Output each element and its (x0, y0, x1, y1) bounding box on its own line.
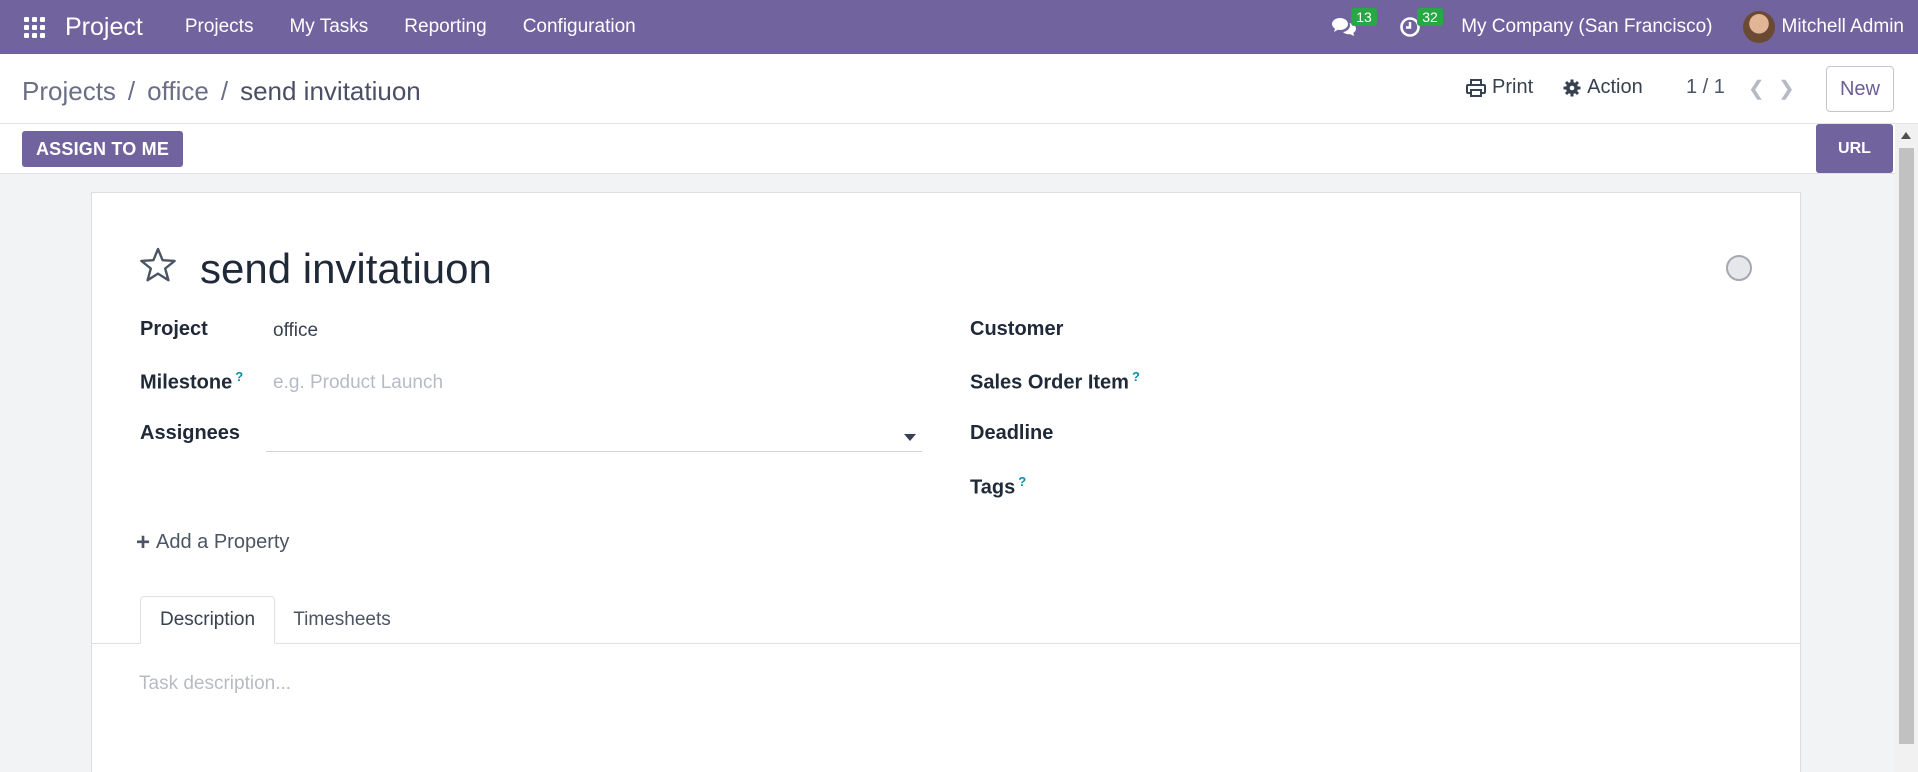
plus-icon: + (136, 528, 151, 556)
customer-label: Customer (970, 318, 1064, 340)
tags-label-text: Tags (970, 476, 1016, 499)
scrollbar-thumb[interactable] (1899, 148, 1914, 744)
project-value[interactable]: office (273, 320, 318, 342)
project-label: Project (140, 318, 208, 340)
add-property-label: Add a Property (156, 531, 290, 553)
assign-to-me-button[interactable]: ASSIGN TO ME (22, 131, 183, 167)
breadcrumb: Projects / office / send invitatiuon (22, 76, 421, 107)
chevron-right-icon[interactable]: ❯ (1778, 76, 1795, 101)
action-button[interactable]: Action (1563, 76, 1643, 99)
activities-button[interactable]: 32 (1395, 8, 1443, 42)
user-menu[interactable]: Mitchell Admin (1782, 16, 1905, 38)
deadline-label: Deadline (970, 422, 1054, 444)
menu-reporting[interactable]: Reporting (386, 16, 504, 38)
status-bar: ASSIGN TO ME URL (0, 124, 1918, 174)
notebook-tabs: Description Timesheets (92, 596, 1800, 644)
help-icon[interactable]: ? (1132, 369, 1140, 384)
scrollbar[interactable] (1895, 124, 1918, 772)
task-description-editor[interactable]: Task description... (139, 673, 291, 695)
assignees-label: Assignees (140, 422, 241, 444)
pager-value[interactable]: 1 / 1 (1686, 76, 1725, 99)
task-title[interactable]: send invitatiuon (200, 245, 492, 293)
messages-button[interactable]: 13 (1329, 8, 1377, 42)
activities-count-badge: 32 (1417, 8, 1443, 26)
breadcrumb-office[interactable]: office (147, 76, 209, 107)
print-icon (1466, 78, 1486, 97)
milestone-label-text: Milestone (140, 371, 233, 394)
kanban-state-icon[interactable] (1726, 255, 1752, 281)
breadcrumb-separator: / (220, 76, 229, 106)
help-icon[interactable]: ? (1018, 474, 1026, 489)
action-label: Action (1587, 76, 1643, 98)
print-label: Print (1492, 76, 1534, 98)
url-button[interactable]: URL (1816, 124, 1893, 173)
apps-menu-icon[interactable] (23, 16, 45, 38)
app-name[interactable]: Project (65, 13, 143, 42)
chevron-left-icon[interactable]: ❮ (1748, 76, 1765, 101)
messages-count-badge: 13 (1351, 8, 1377, 26)
add-property-button[interactable]: + Add a Property (136, 528, 290, 556)
user-avatar[interactable] (1742, 11, 1775, 43)
tab-timesheets[interactable]: Timesheets (275, 596, 409, 644)
scroll-up-arrow-icon[interactable] (1901, 132, 1911, 139)
menu-configuration[interactable]: Configuration (505, 16, 654, 38)
menu-projects[interactable]: Projects (167, 16, 272, 38)
help-icon[interactable]: ? (235, 369, 243, 384)
caret-down-icon[interactable] (904, 434, 916, 441)
breadcrumb-current: send invitatiuon (240, 76, 421, 106)
tags-label: Tags? (970, 474, 1026, 500)
breadcrumb-projects[interactable]: Projects (22, 76, 116, 107)
sales-order-item-label: Sales Order Item? (970, 369, 1140, 395)
tab-description[interactable]: Description (140, 596, 275, 644)
new-button[interactable]: New (1826, 66, 1894, 112)
milestone-label: Milestone? (140, 369, 243, 395)
assignees-input[interactable] (266, 414, 922, 452)
control-panel: Projects / office / send invitatiuon Pri… (0, 54, 1918, 124)
milestone-input[interactable]: e.g. Product Launch (273, 372, 443, 394)
form-sheet: send invitatiuon Project office Mileston… (91, 192, 1801, 772)
sales-order-item-label-text: Sales Order Item (970, 371, 1129, 394)
star-icon[interactable] (139, 247, 177, 283)
company-switcher[interactable]: My Company (San Francisco) (1461, 16, 1712, 38)
top-navbar: Project Projects My Tasks Reporting Conf… (0, 0, 1918, 54)
breadcrumb-separator: / (127, 76, 136, 106)
gear-icon (1563, 79, 1581, 96)
print-button[interactable]: Print (1466, 76, 1533, 99)
menu-my-tasks[interactable]: My Tasks (271, 16, 386, 38)
